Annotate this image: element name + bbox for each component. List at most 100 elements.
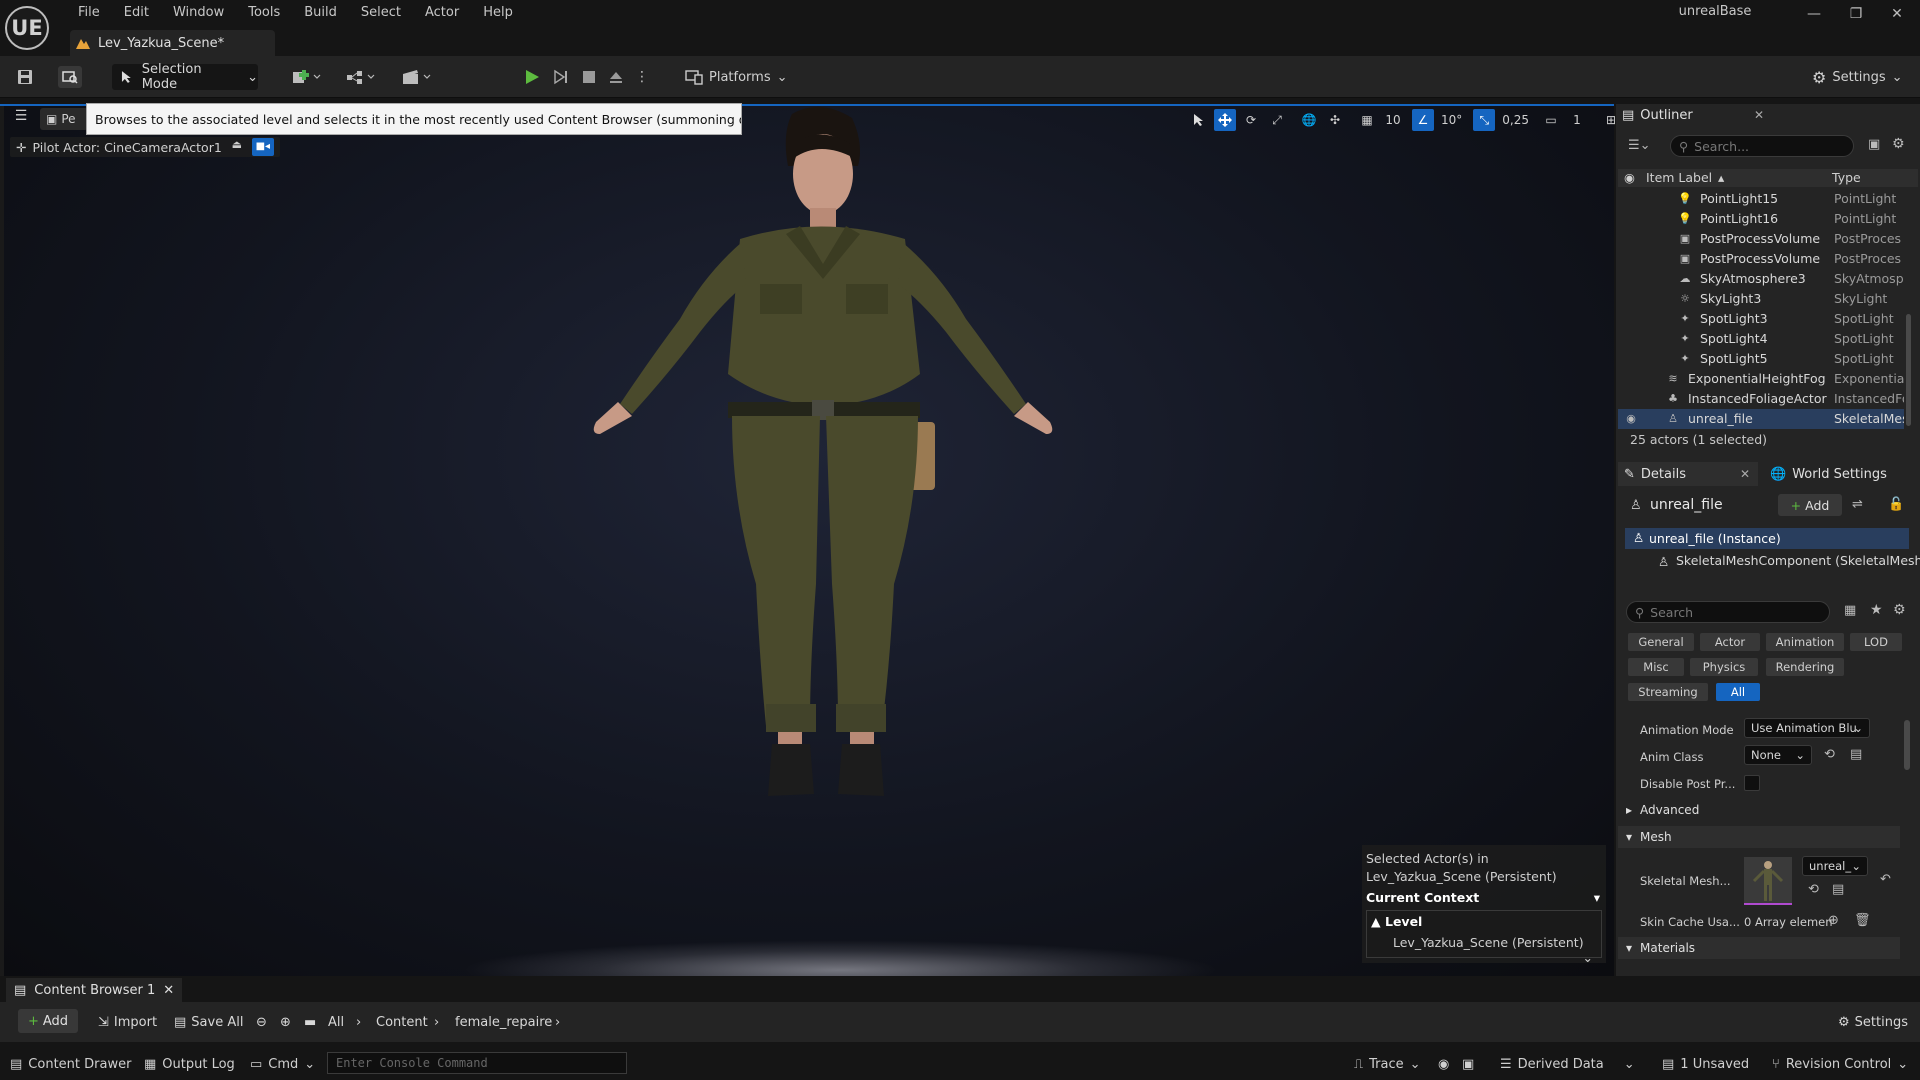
use-selected-mesh-icon[interactable]: ⟲ xyxy=(1808,882,1819,897)
advance-frame-icon[interactable] xyxy=(549,66,573,88)
blueprint-convert-icon[interactable]: ⇌ xyxy=(1852,497,1863,512)
outliner-row[interactable]: ☁ SkyAtmosphere3 SkyAtmosp xyxy=(1618,269,1904,289)
outliner-row[interactable]: 💡 PointLight15 PointLight xyxy=(1618,189,1904,209)
forward-button[interactable]: ⊕ xyxy=(280,1012,291,1032)
filter-icon[interactable]: ☰⌄ xyxy=(1628,138,1651,153)
save-icon[interactable] xyxy=(14,66,36,88)
scale-snap-icon[interactable]: ⤡ xyxy=(1473,109,1496,131)
details-settings-icon[interactable]: ⚙ xyxy=(1893,602,1906,618)
table-view-icon[interactable]: ▦ xyxy=(1844,603,1856,618)
category-physics[interactable]: Physics xyxy=(1690,658,1758,676)
close-icon[interactable]: ✕ xyxy=(163,983,174,998)
add-component-button[interactable]: + Add xyxy=(1778,494,1842,516)
use-selected-icon[interactable]: ⟲ xyxy=(1824,747,1835,762)
breadcrumb-female-repaire[interactable]: female_repaire xyxy=(455,1012,552,1032)
camera-speed-value[interactable]: 1 xyxy=(1566,109,1588,131)
outliner-row[interactable]: ▣ PostProcessVolume PostProces xyxy=(1618,229,1904,249)
restore-button[interactable]: ❐ xyxy=(1841,4,1871,24)
breadcrumb-all[interactable]: All xyxy=(328,1012,344,1032)
skeletal-mesh-dropdown[interactable]: unreal_ ⌄ xyxy=(1802,856,1868,876)
selection-mode-dropdown[interactable]: Selection Mode ⌄ xyxy=(112,62,258,92)
unsaved-button[interactable]: ▤ 1 Unsaved xyxy=(1662,1054,1749,1074)
anim-class-dropdown[interactable]: None ⌄ xyxy=(1744,745,1812,765)
close-outliner-icon[interactable]: ✕ xyxy=(1754,108,1764,122)
category-misc[interactable]: Misc xyxy=(1628,658,1684,676)
import-button[interactable]: ⇲ Import xyxy=(98,1012,157,1032)
menu-build[interactable]: Build xyxy=(292,3,349,23)
character-model[interactable] xyxy=(520,104,1120,974)
translate-tool-icon[interactable] xyxy=(1214,109,1236,131)
eye-icon[interactable]: ◉ xyxy=(1624,412,1638,426)
level-tab[interactable]: Lev_Yazkua_Scene* xyxy=(70,30,275,56)
outliner-tab[interactable]: ▤ Outliner xyxy=(1622,103,1693,127)
menu-tools[interactable]: Tools xyxy=(236,3,292,23)
content-drawer-button[interactable]: ▤ Content Drawer xyxy=(10,1054,131,1074)
unreal-logo-icon[interactable]: UE xyxy=(5,6,49,50)
menu-window[interactable]: Window xyxy=(161,3,236,23)
outliner-row[interactable]: ✦ SpotLight4 SpotLight xyxy=(1618,329,1904,349)
eye-icon[interactable]: ◉ xyxy=(1624,170,1635,185)
platforms-dropdown[interactable]: Platforms ⌄ xyxy=(685,64,788,90)
camera-speed-icon[interactable]: ▭ xyxy=(1540,109,1562,131)
outliner-scrollbar[interactable] xyxy=(1906,314,1911,426)
stop-icon[interactable] xyxy=(578,66,600,88)
lock-icon[interactable]: 🔓 xyxy=(1888,497,1904,512)
menu-actor[interactable]: Actor xyxy=(413,3,471,23)
add-actor-icon[interactable] xyxy=(288,66,326,88)
surface-snap-icon[interactable]: ✣ xyxy=(1324,109,1346,131)
rotate-tool-icon[interactable]: ⟳ xyxy=(1240,109,1262,131)
current-context-header[interactable]: Current Context ▾ xyxy=(1366,890,1604,905)
scale-snap-value[interactable]: 0,25 xyxy=(1499,109,1532,131)
blueprint-icon[interactable] xyxy=(342,66,380,88)
menu-edit[interactable]: Edit xyxy=(112,3,161,23)
eject-pilot-icon[interactable]: ⏏ xyxy=(228,138,246,156)
console-input[interactable]: Enter Console Command xyxy=(327,1052,627,1074)
add-content-button[interactable]: + Add xyxy=(18,1009,78,1033)
browse-mesh-icon[interactable]: ▤ xyxy=(1832,882,1844,897)
close-window-button[interactable]: ✕ xyxy=(1882,4,1912,24)
actor-name[interactable]: unreal_file xyxy=(1650,497,1723,513)
add-element-icon[interactable]: ⊕ xyxy=(1828,913,1839,928)
outliner-row[interactable]: ✦ SpotLight5 SpotLight xyxy=(1618,349,1904,369)
category-general[interactable]: General xyxy=(1628,633,1694,651)
skeletal-mesh-thumbnail[interactable] xyxy=(1744,857,1792,905)
trace-dropdown[interactable]: ⎍ Trace ⌄ xyxy=(1354,1054,1421,1074)
outliner-row[interactable]: ♣ InstancedFoliageActor InstancedFo xyxy=(1618,389,1904,409)
add-folder-icon[interactable]: ▣ xyxy=(1868,137,1880,152)
category-animation[interactable]: Animation xyxy=(1766,633,1844,651)
back-button[interactable]: ⊖ xyxy=(256,1012,267,1032)
animation-mode-dropdown[interactable]: Use Animation Blu ⌄ xyxy=(1744,718,1870,738)
cinematics-icon[interactable] xyxy=(398,66,436,88)
component-row[interactable]: ♙ SkeletalMeshComponent (SkeletalMeshC xyxy=(1650,553,1920,573)
outliner-row[interactable]: ☼ SkyLight3 SkyLight xyxy=(1618,289,1904,309)
folder-icon[interactable]: ▬ xyxy=(304,1012,316,1032)
content-settings-button[interactable]: ⚙ Settings xyxy=(1838,1012,1908,1032)
details-search-input[interactable]: ⚲ Search xyxy=(1626,601,1830,623)
output-log-button[interactable]: ▦ Output Log xyxy=(144,1054,235,1074)
close-details-icon[interactable]: ✕ xyxy=(1740,467,1750,481)
reset-to-default-icon[interactable]: ↶ xyxy=(1880,872,1891,887)
component-instance-row[interactable]: ♙ unreal_file (Instance) xyxy=(1625,528,1909,549)
grid-snap-value[interactable]: 10 xyxy=(1382,109,1404,131)
save-all-button[interactable]: ▤ Save All xyxy=(174,1012,243,1032)
breadcrumb-content[interactable]: Content xyxy=(376,1012,428,1032)
world-settings-tab[interactable]: 🌐 World Settings xyxy=(1770,462,1887,486)
eject-icon[interactable] xyxy=(605,66,627,88)
category-streaming[interactable]: Streaming xyxy=(1628,683,1708,701)
level-context-dropdown[interactable]: Lev_Yazkua_Scene (Persistent) ⌄ xyxy=(1393,935,1593,965)
menu-select[interactable]: Select xyxy=(349,3,413,23)
outliner-row[interactable]: 💡 PointLight16 PointLight xyxy=(1618,209,1904,229)
rotation-snap-icon[interactable]: ∠ xyxy=(1412,109,1434,131)
menu-help[interactable]: Help xyxy=(471,3,525,23)
settings-dropdown[interactable]: ⚙ Settings ⌄ xyxy=(1812,64,1903,90)
minimize-button[interactable]: — xyxy=(1799,4,1829,24)
category-rendering[interactable]: Rendering xyxy=(1766,658,1844,676)
favorite-star-icon[interactable]: ★ xyxy=(1870,602,1883,618)
content-browser-tab[interactable]: ▤ Content Browser 1 ✕ xyxy=(6,978,183,1002)
category-actor[interactable]: Actor xyxy=(1700,633,1760,651)
category-lod[interactable]: LOD xyxy=(1850,633,1902,651)
grid-snap-icon[interactable]: ▦ xyxy=(1356,109,1378,131)
details-tab[interactable]: ✎ Details xyxy=(1624,462,1686,486)
outliner-settings-icon[interactable]: ⚙ xyxy=(1892,136,1905,152)
col-item-label[interactable]: Item Label xyxy=(1646,170,1712,185)
